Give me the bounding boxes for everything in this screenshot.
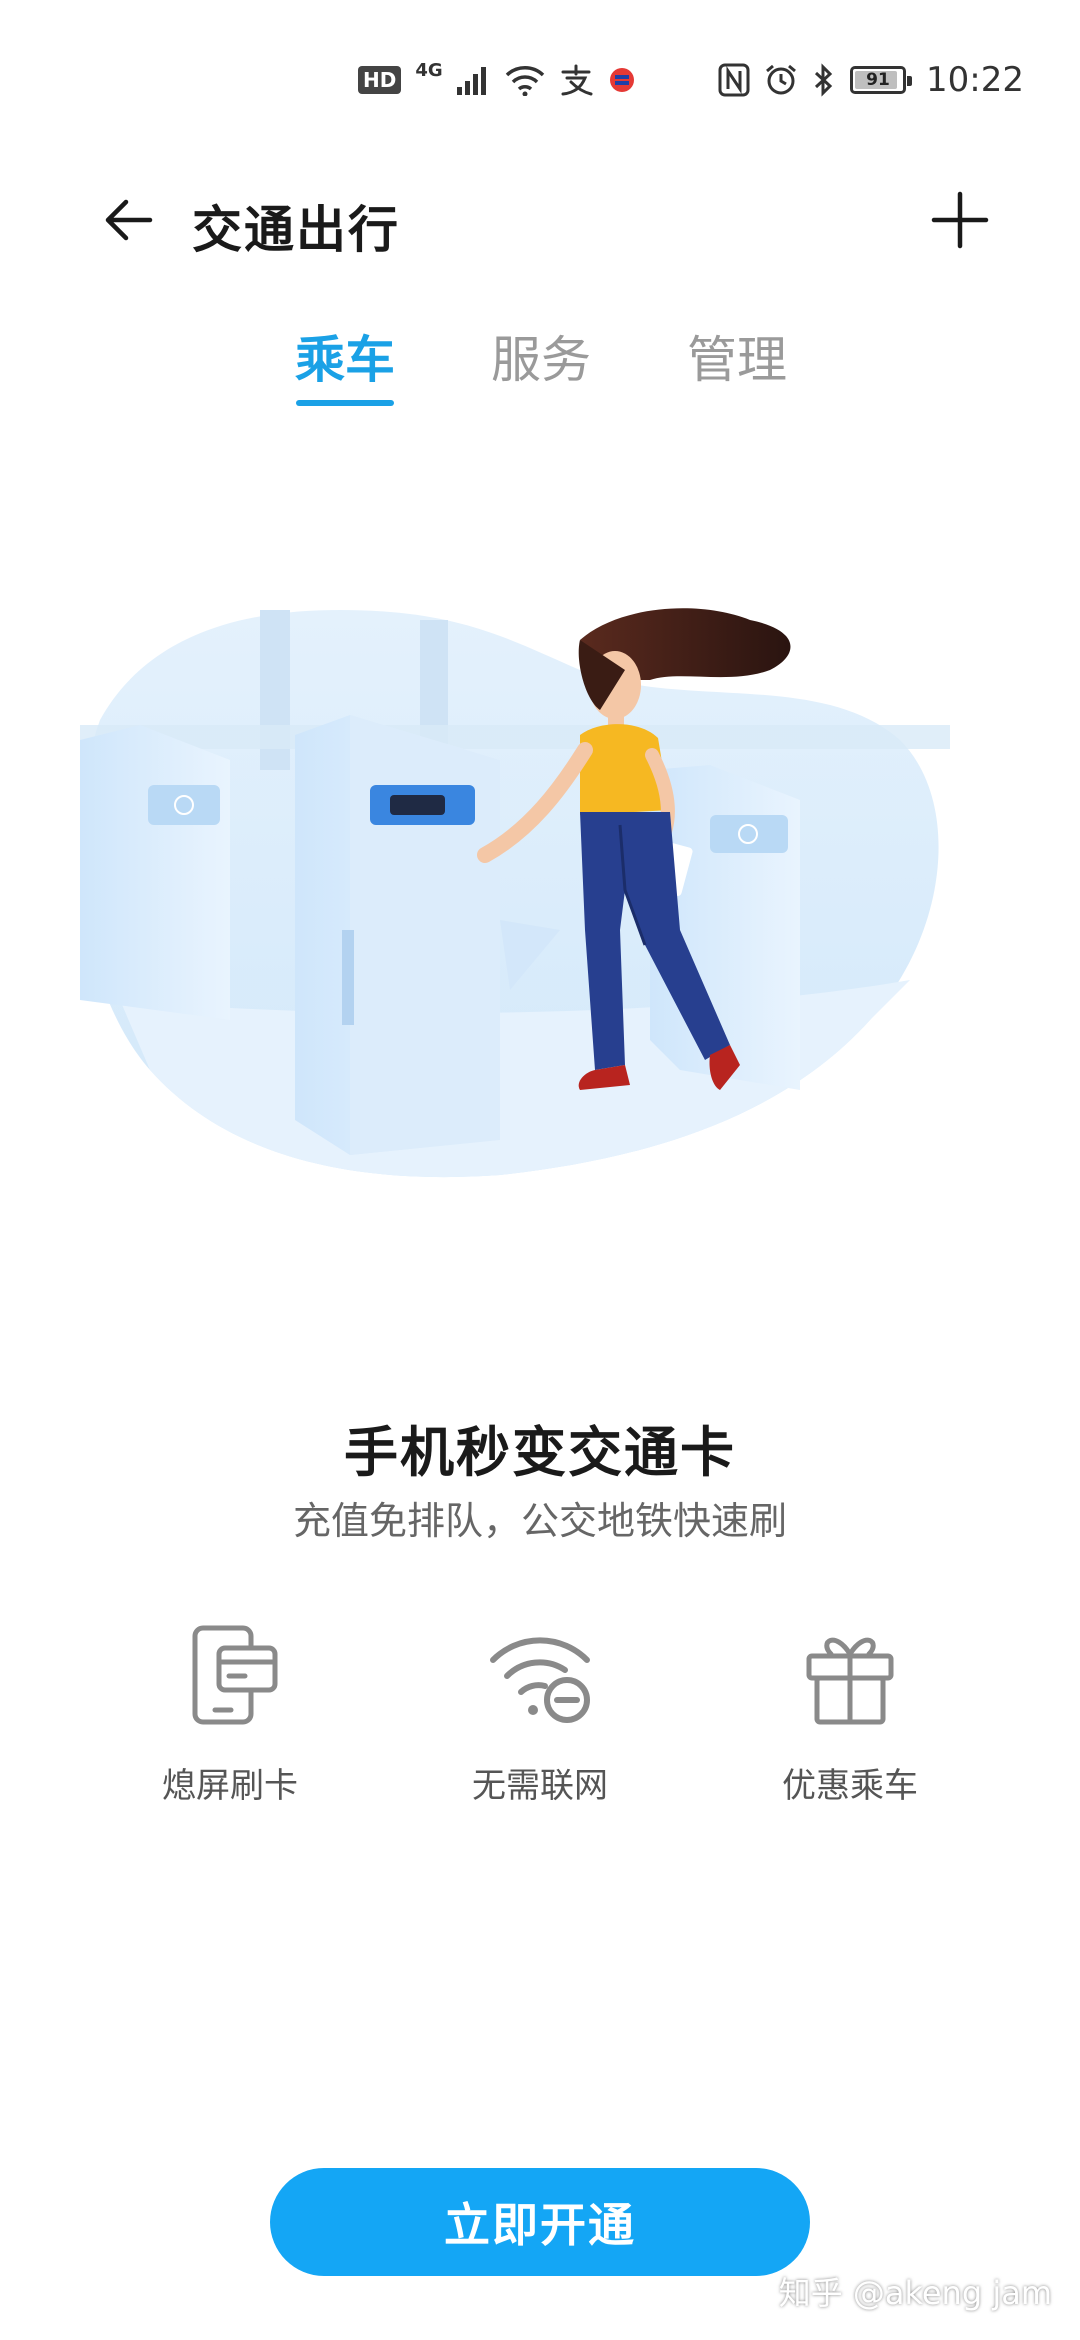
feature-label: 无需联网: [472, 1766, 608, 1806]
feature-item-screen-off: 熄屏刷卡: [110, 1620, 350, 1807]
status-bar: HD 4G 91 10:22: [0, 0, 1080, 160]
status-right: 91 10:22: [718, 58, 1024, 102]
nfc-icon: [718, 63, 750, 97]
battery-level: 91: [866, 70, 890, 90]
tab-bar: 乘车 服务 管理: [0, 320, 1080, 410]
feature-list: 熄屏刷卡 无需联网 优惠乘车: [0, 1620, 1080, 1830]
tab-ride[interactable]: 乘车: [280, 320, 410, 392]
bluetooth-icon: [812, 63, 836, 97]
signal-icon: [456, 65, 491, 95]
network-type: 4G: [415, 60, 443, 81]
tab-indicator: [296, 400, 394, 406]
promo-subtitle: 充值免排队，公交地铁快速刷: [292, 1499, 787, 1543]
phone-card-icon: [175, 1620, 285, 1730]
alipay-icon: [559, 64, 593, 96]
feature-label: 熄屏刷卡: [162, 1766, 298, 1806]
arrow-left-icon: [105, 199, 153, 241]
hd-badge: HD: [358, 66, 402, 94]
promo-title: 手机秒变交通卡: [344, 1421, 736, 1484]
watermark: 知乎 @akeng jam: [778, 2274, 1052, 2312]
gift-icon: [795, 1620, 905, 1730]
status-left: HD 4G: [358, 58, 637, 102]
feature-item-offline: 无需联网: [420, 1620, 660, 1807]
battery-icon: 91: [850, 66, 913, 94]
app-notification-icon: [607, 65, 637, 95]
app-bar: 交通出行: [0, 160, 1080, 280]
tab-service[interactable]: 服务: [476, 320, 606, 392]
add-button[interactable]: [910, 170, 1010, 270]
back-button[interactable]: [80, 170, 180, 270]
tab-manage[interactable]: 管理: [672, 320, 802, 392]
status-time: 10:22: [926, 60, 1024, 100]
alarm-icon: [764, 63, 798, 97]
activate-button[interactable]: 立即开通: [270, 2168, 810, 2276]
transit-gate-illustration: [79, 600, 950, 1180]
wifi-icon: [505, 64, 545, 96]
plus-icon: [931, 191, 989, 249]
feature-item-discount: 优惠乘车: [730, 1620, 970, 1807]
wifi-off-icon: [485, 1620, 595, 1730]
page-title: 交通出行: [192, 201, 400, 259]
feature-label: 优惠乘车: [782, 1766, 918, 1806]
